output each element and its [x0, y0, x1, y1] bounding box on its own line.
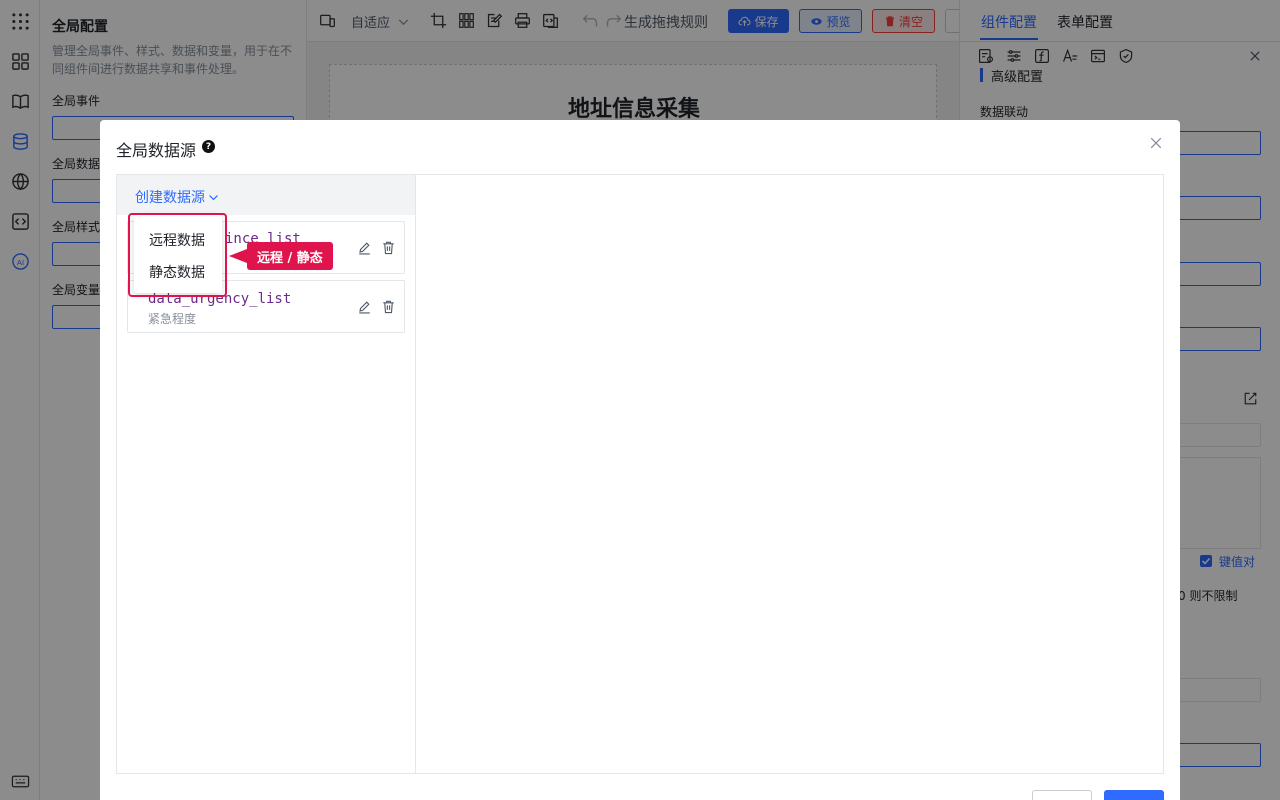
close-icon[interactable] — [1148, 135, 1164, 151]
create-datasource-label: 创建数据源 — [135, 190, 205, 206]
modal-title: 全局数据源 — [116, 141, 197, 160]
highlight-box — [128, 213, 227, 297]
cancel-button[interactable] — [1032, 790, 1092, 800]
datasource-list-pane: 创建数据源 ince_list data_urgency_list 紧急程度 远… — [117, 175, 416, 773]
modal-body: 创建数据源 ince_list data_urgency_list 紧急程度 远… — [116, 174, 1164, 774]
list-header: 创建数据源 — [117, 175, 415, 215]
datasource-description: 紧急程度 — [148, 312, 197, 326]
help-icon[interactable]: ? — [202, 140, 215, 153]
chevron-down-icon — [209, 194, 218, 200]
edit-icon[interactable] — [357, 240, 373, 256]
trash-icon[interactable] — [381, 299, 397, 315]
edit-icon[interactable] — [357, 299, 373, 315]
trash-icon[interactable] — [381, 240, 397, 256]
global-datasource-modal: 全局数据源 ? 创建数据源 ince_list data_urgency_lis… — [100, 120, 1180, 800]
confirm-button[interactable] — [1104, 790, 1164, 800]
annotation-callout: 远程 / 静态 — [229, 242, 333, 270]
datasource-detail-pane — [417, 175, 1163, 773]
create-datasource-button[interactable]: 创建数据源 — [135, 187, 220, 207]
